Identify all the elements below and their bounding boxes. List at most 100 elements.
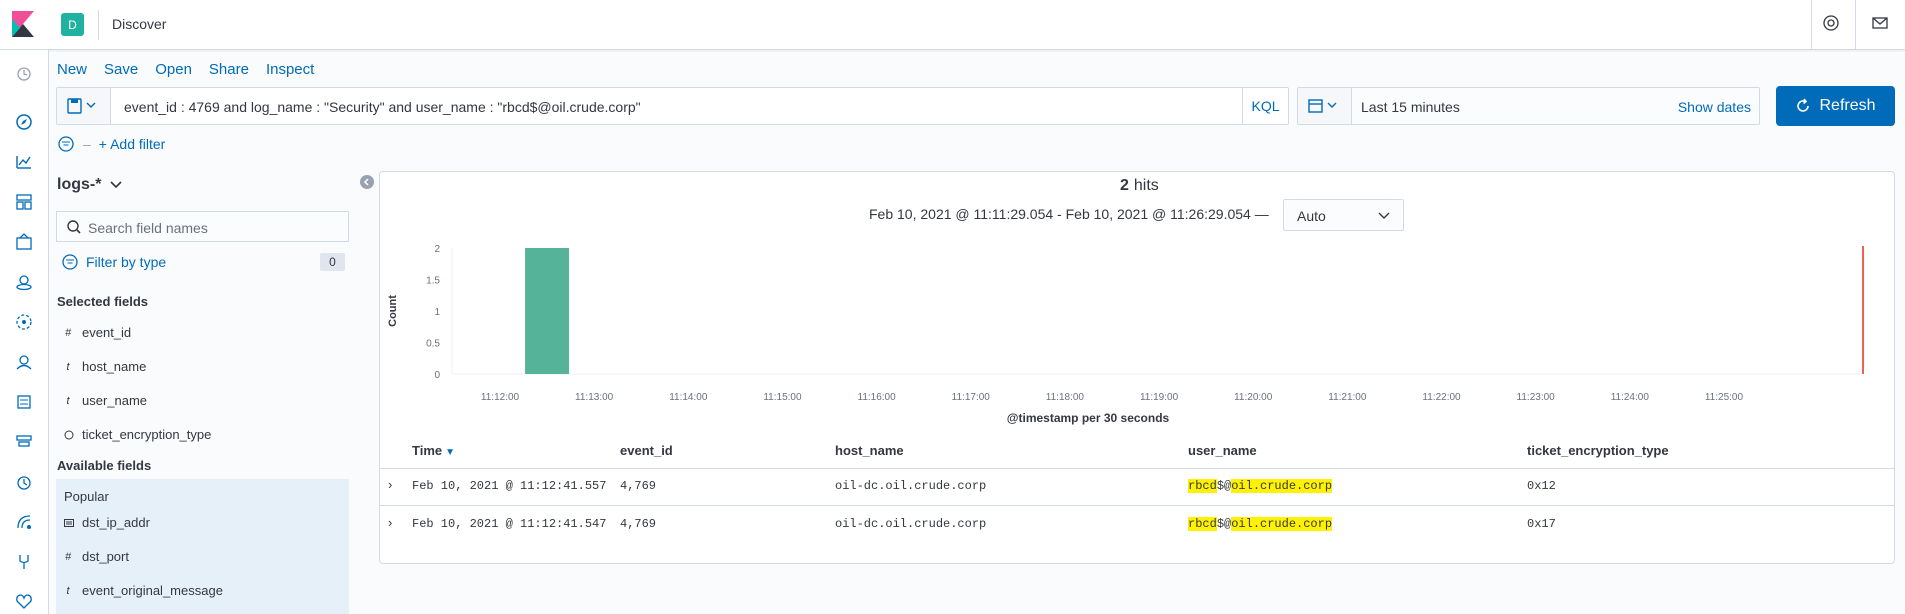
x-tick-label: 11:15:00 xyxy=(763,392,802,403)
highlight: rbcd xyxy=(1188,517,1217,531)
string-type-icon: t xyxy=(66,584,70,597)
visualize-icon[interactable] xyxy=(14,152,34,172)
index-pattern-label: logs-* xyxy=(57,176,102,193)
expand-row-icon[interactable]: › xyxy=(388,515,392,530)
filter-by-type-button[interactable]: Filter by type xyxy=(62,254,166,270)
cell-ticket-encryption-type: 0x12 xyxy=(1527,479,1556,493)
text: $@ xyxy=(1216,479,1232,493)
field-item[interactable]: ticket_encryption_type xyxy=(64,427,211,442)
string-type-icon: t xyxy=(66,360,70,373)
clock-icon[interactable] xyxy=(14,64,34,84)
field-item[interactable]: # event_id xyxy=(64,325,131,340)
dashboard-icon[interactable] xyxy=(14,192,34,212)
unknown-type-icon xyxy=(64,430,74,440)
share-link[interactable]: Share xyxy=(209,61,249,78)
cell-event-id: 4,769 xyxy=(620,479,657,493)
ip-type-icon xyxy=(64,518,74,528)
compass-icon[interactable] xyxy=(14,112,34,132)
column-header-event-id[interactable]: event_id xyxy=(620,443,673,458)
interval-value: Auto xyxy=(1297,208,1326,224)
dev-tools-icon[interactable] xyxy=(14,552,34,572)
number-type-icon: # xyxy=(64,550,72,563)
field-item[interactable]: t user_name xyxy=(64,393,147,408)
monitoring-icon[interactable] xyxy=(14,592,34,612)
quick-select-button[interactable] xyxy=(1298,88,1352,124)
x-tick-label: 11:18:00 xyxy=(1046,392,1085,403)
highlight: oil.crude.corp xyxy=(1231,517,1333,531)
canvas-icon[interactable] xyxy=(14,232,34,252)
number-type-icon: # xyxy=(64,326,72,339)
space-avatar[interactable]: D xyxy=(61,13,84,36)
query-language-button[interactable]: KQL xyxy=(1242,88,1288,124)
filter-icon xyxy=(62,254,78,270)
siem-icon[interactable] xyxy=(14,352,34,372)
interval-select[interactable]: Auto xyxy=(1283,199,1404,231)
ml-icon[interactable] xyxy=(14,312,34,332)
apm-icon[interactable] xyxy=(14,512,34,532)
column-header-ticket-encryption-type[interactable]: ticket_encryption_type xyxy=(1527,443,1669,458)
mail-icon[interactable] xyxy=(1871,14,1889,32)
field-item[interactable]: # dst_port xyxy=(64,549,129,564)
uptime-icon[interactable] xyxy=(14,472,34,492)
show-dates-link[interactable]: Show dates xyxy=(1678,99,1751,115)
available-fields-title: Available fields xyxy=(57,458,152,473)
inspect-link[interactable]: Inspect xyxy=(266,61,314,78)
y-tick-label: 0.5 xyxy=(426,339,440,350)
string-type-icon: t xyxy=(66,394,70,407)
logs-icon[interactable] xyxy=(14,392,34,412)
field-item[interactable]: t host_name xyxy=(64,359,146,374)
query-input[interactable]: event_id : 4769 and log_name : "Security… xyxy=(124,99,641,115)
saved-query-button[interactable] xyxy=(57,88,111,124)
y-tick-label: 0 xyxy=(434,370,440,381)
open-link[interactable]: Open xyxy=(155,61,192,78)
histogram-bar xyxy=(525,248,570,374)
kibana-logo-icon[interactable] xyxy=(12,11,34,37)
add-filter-button[interactable]: + Add filter xyxy=(99,136,166,152)
x-tick-label: 11:25:00 xyxy=(1705,392,1744,403)
highlight: oil.crude.corp xyxy=(1231,479,1333,493)
hits-count: 2 xyxy=(1120,177,1129,194)
chevron-down-icon xyxy=(86,102,96,108)
help-icon[interactable] xyxy=(1822,14,1840,32)
y-tick-label: 2 xyxy=(434,244,440,255)
refresh-icon xyxy=(1797,98,1810,112)
column-header-host-name[interactable]: host_name xyxy=(835,443,904,458)
x-tick-label: 11:22:00 xyxy=(1422,392,1461,403)
expand-row-icon[interactable]: › xyxy=(388,477,392,492)
field-name: dst_port xyxy=(82,549,129,564)
new-link[interactable]: New xyxy=(57,61,87,78)
highlight: rbcd xyxy=(1188,479,1217,493)
infrastructure-icon[interactable] xyxy=(14,432,34,452)
popular-label: Popular xyxy=(64,489,109,504)
index-pattern-selector[interactable]: logs-* xyxy=(57,176,123,194)
refresh-button[interactable]: Refresh xyxy=(1776,86,1895,126)
calendar-icon xyxy=(1308,99,1323,113)
field-name: host_name xyxy=(82,359,147,374)
field-name: dst_ip_addr xyxy=(82,515,150,530)
separator: – xyxy=(83,136,91,152)
divider xyxy=(380,505,1894,506)
field-item[interactable]: t event_original_message xyxy=(64,583,222,598)
time-range-label[interactable]: Last 15 minutes xyxy=(1361,99,1460,115)
time-range-text: Feb 10, 2021 @ 11:11:29.054 - Feb 10, 20… xyxy=(869,206,1269,222)
field-item[interactable]: dst_ip_addr xyxy=(64,515,150,530)
filter-by-type-label: Filter by type xyxy=(86,254,167,270)
divider xyxy=(380,468,1894,469)
column-header-time[interactable]: Time ▼ xyxy=(412,443,455,458)
text: $@ xyxy=(1216,517,1232,531)
save-link[interactable]: Save xyxy=(104,61,138,78)
divider xyxy=(1811,0,1812,50)
column-header-user-name[interactable]: user_name xyxy=(1188,443,1257,458)
field-search-placeholder: Search field names xyxy=(88,220,208,236)
chevron-left-icon xyxy=(363,178,369,186)
x-tick-label: 11:19:00 xyxy=(1140,392,1179,403)
x-tick-label: 11:24:00 xyxy=(1611,392,1650,403)
x-tick-label: 11:21:00 xyxy=(1328,392,1367,403)
collapse-sidebar-button[interactable] xyxy=(360,175,374,189)
chevron-down-icon xyxy=(1378,212,1390,219)
sort-desc-icon[interactable]: ▼ xyxy=(445,447,455,458)
refresh-label: Refresh xyxy=(1819,97,1876,114)
field-search-input[interactable]: Search field names xyxy=(56,211,349,242)
maps-icon[interactable] xyxy=(14,272,34,292)
filter-menu-icon[interactable] xyxy=(57,135,75,153)
